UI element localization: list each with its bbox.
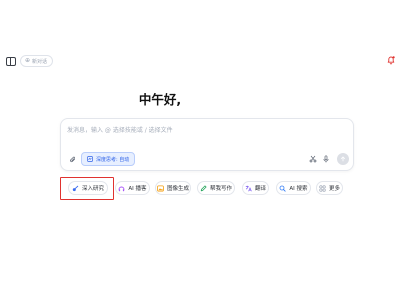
plus-icon: ⊕	[25, 57, 31, 64]
translate-icon	[245, 185, 252, 191]
ai-search-label: AI 搜索	[289, 186, 308, 192]
more-label: 更多	[328, 186, 340, 192]
bell-icon[interactable]	[386, 55, 396, 65]
new-chat-button[interactable]: ⊕ 新对话	[20, 55, 54, 67]
pen-icon	[200, 185, 207, 191]
image-generation-label: 图像生成	[166, 186, 189, 192]
image-generation-button[interactable]: 图像生成	[155, 181, 191, 195]
deep-research-label: 深入研究	[81, 186, 104, 192]
more-icon	[319, 185, 326, 192]
greeting-heading: 中午好,	[138, 92, 182, 107]
paperclip-icon[interactable]	[69, 156, 77, 164]
sidebar-toggle-icon[interactable]	[6, 57, 16, 66]
deep-think-label: 深度思考: 自动	[96, 156, 130, 163]
research-icon	[72, 185, 79, 191]
chat-home-page: ⊕ 新对话 中午好, 深度思考: 自动	[0, 0, 400, 300]
scissors-icon[interactable]	[309, 155, 317, 163]
help-me-write-button[interactable]: 帮我写作	[197, 181, 235, 195]
new-chat-label: 新对话	[32, 58, 48, 65]
image-icon	[157, 184, 164, 191]
help-me-write-label: 帮我写作	[209, 186, 232, 192]
translate-button[interactable]: 翻译	[242, 181, 269, 195]
more-button[interactable]: 更多	[316, 181, 343, 195]
ai-search-button[interactable]: AI 搜索	[276, 181, 311, 195]
translate-label: 翻译	[254, 186, 266, 192]
send-icon	[341, 156, 345, 162]
send-button[interactable]	[337, 153, 349, 165]
search-icon	[280, 185, 287, 192]
ai-podcast-button[interactable]: AI 播客	[115, 181, 150, 195]
podcast-icon	[118, 186, 125, 191]
deep-think-toggle[interactable]: 深度思考: 自动	[81, 152, 136, 166]
ai-podcast-label: AI 播客	[128, 186, 147, 192]
deep-research-button[interactable]: 深入研究	[68, 181, 108, 195]
message-composer: 深度思考: 自动	[60, 118, 354, 171]
microphone-icon[interactable]	[322, 155, 330, 163]
deep-think-icon	[87, 156, 93, 162]
message-input[interactable]	[67, 125, 337, 135]
